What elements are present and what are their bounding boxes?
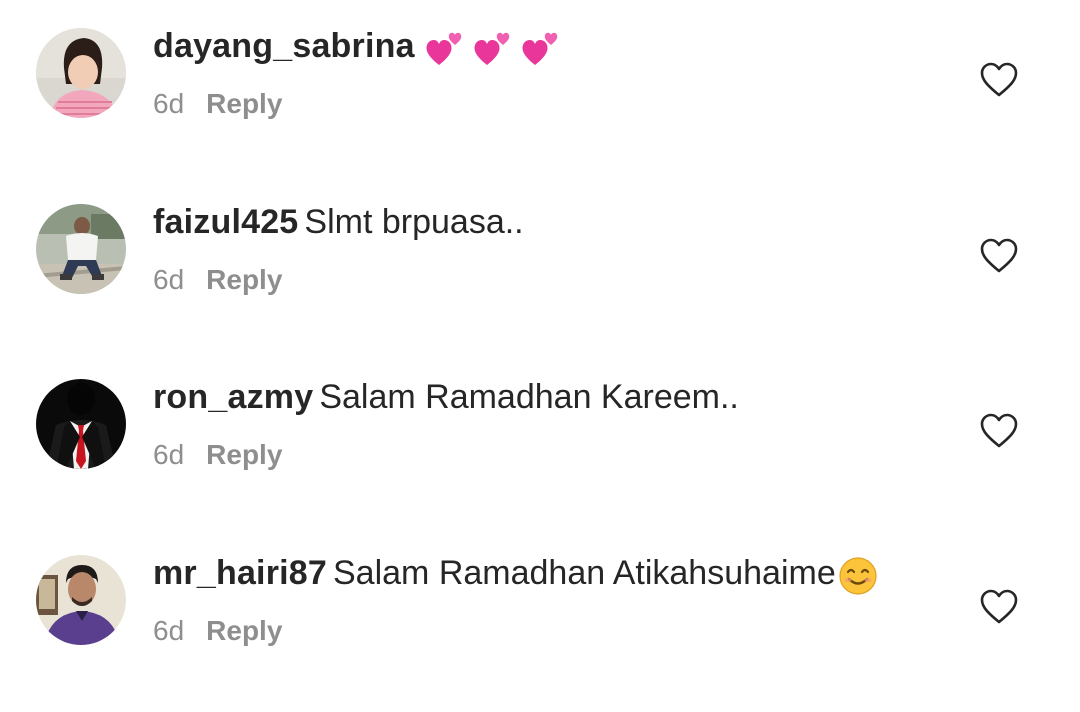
comment-meta: 6d Reply [153, 613, 282, 649]
comment-username[interactable]: ron_azmy [153, 378, 313, 416]
avatar-image [36, 28, 126, 118]
avatar[interactable] [36, 379, 126, 469]
like-button[interactable] [980, 589, 1018, 625]
comment-meta: 6d Reply [153, 86, 282, 122]
like-button[interactable] [980, 62, 1018, 98]
comment-username[interactable]: mr_hairi87 [153, 554, 327, 592]
avatar-image [36, 555, 126, 645]
heart-outline-icon [980, 62, 1018, 97]
comment-timestamp: 6d [153, 88, 185, 119]
comment-meta: 6d Reply [153, 262, 282, 298]
comment-text-line: mr_hairi87 Salam Ramadhan Atikahsuhaime [153, 553, 878, 596]
comment-meta: 6d Reply [153, 437, 282, 473]
comment-body: Salam Ramadhan Atikahsuhaime [333, 554, 836, 592]
comment-body: Slmt brpuasa.. [304, 203, 524, 241]
avatar-image [36, 379, 126, 469]
comment-body: Salam Ramadhan Kareem.. [319, 378, 739, 416]
avatar[interactable] [36, 204, 126, 294]
comments-list: dayang_sabrina 6d Reply faizul425 Slmt b… [0, 0, 1080, 712]
two-hearts-emoji [425, 27, 565, 69]
comment-text-line: ron_azmy Salam Ramadhan Kareem.. [153, 377, 739, 417]
avatar[interactable] [36, 28, 126, 118]
comment-timestamp: 6d [153, 615, 185, 646]
reply-button[interactable]: Reply [206, 439, 282, 470]
two-hearts-icon [426, 32, 461, 66]
comment-item: ron_azmy Salam Ramadhan Kareem.. 6d Reply [0, 351, 1080, 526]
reply-button[interactable]: Reply [206, 88, 282, 119]
smiling-face-icon [839, 557, 877, 595]
comment-text-line: faizul425 Slmt brpuasa.. [153, 202, 524, 242]
comment-timestamp: 6d [153, 439, 185, 470]
heart-outline-icon [980, 238, 1018, 273]
comment-item: faizul425 Slmt brpuasa.. 6d Reply [0, 176, 1080, 351]
reply-button[interactable]: Reply [206, 264, 282, 295]
comment-username[interactable]: dayang_sabrina [153, 27, 415, 65]
comment-timestamp: 6d [153, 264, 185, 295]
avatar-image [36, 204, 126, 294]
heart-outline-icon [980, 413, 1018, 448]
like-button[interactable] [980, 413, 1018, 449]
like-button[interactable] [980, 238, 1018, 274]
avatar[interactable] [36, 555, 126, 645]
comment-item: mr_hairi87 Salam Ramadhan Atikahsuhaime 6… [0, 527, 1080, 702]
heart-outline-icon [980, 589, 1018, 624]
smiling-face-emoji [838, 554, 878, 596]
comment-text-line: dayang_sabrina [153, 26, 565, 69]
reply-button[interactable]: Reply [206, 615, 282, 646]
comment-item: dayang_sabrina 6d Reply [0, 0, 1080, 175]
comment-username[interactable]: faizul425 [153, 203, 298, 241]
